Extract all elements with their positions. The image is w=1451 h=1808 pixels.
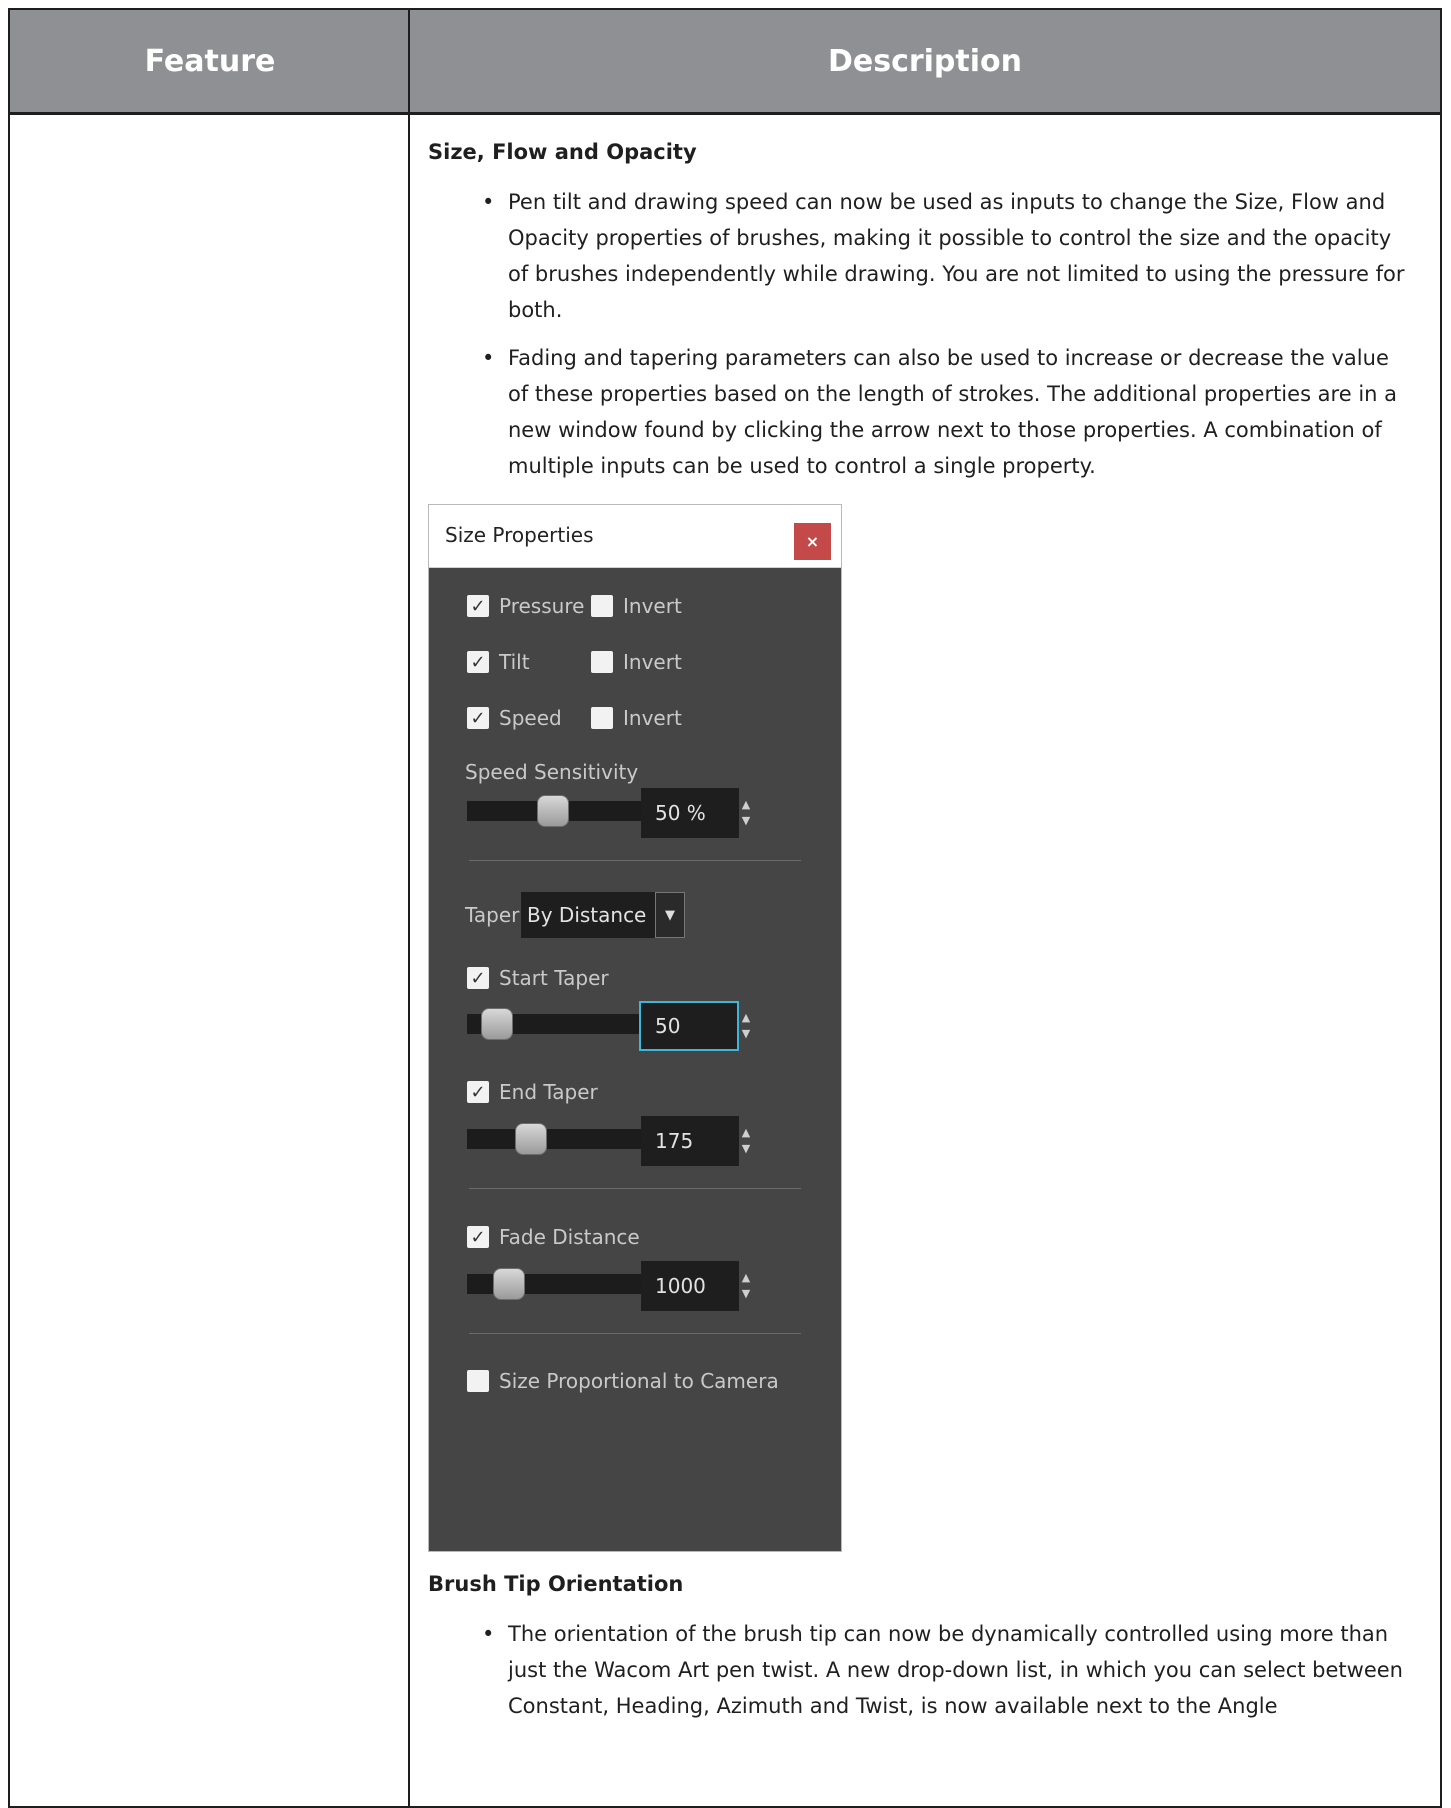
slider-thumb[interactable]: [515, 1123, 547, 1155]
pressure-invert-checkbox[interactable]: Invert: [591, 594, 682, 618]
speed-invert-checkbox[interactable]: Invert: [591, 706, 682, 730]
divider: [469, 1333, 801, 1334]
start-taper-checkbox[interactable]: ✓ Start Taper: [467, 966, 609, 990]
checkbox-empty-icon: [591, 707, 613, 729]
checkbox-empty-icon: [467, 1370, 489, 1392]
section-title-size-flow-opacity: Size, Flow and Opacity: [428, 140, 697, 164]
speed-sensitivity-label: Speed Sensitivity: [465, 760, 638, 784]
invert-label: Invert: [623, 594, 682, 618]
speed-checkbox[interactable]: ✓ Speed: [467, 706, 562, 730]
start-taper-input[interactable]: 50: [639, 1001, 739, 1051]
list-item: Fading and tapering parameters can also …: [428, 340, 1408, 484]
description-cell: Size, Flow and Opacity Pen tilt and draw…: [428, 140, 1408, 1724]
checkmark-icon: ✓: [467, 651, 489, 673]
chevron-down-icon[interactable]: ▼: [655, 892, 685, 938]
checkmark-icon: ✓: [467, 967, 489, 989]
speed-sensitivity-slider[interactable]: [467, 795, 659, 827]
end-taper-slider[interactable]: [467, 1123, 659, 1155]
taper-dropdown[interactable]: By Distance: [521, 892, 655, 938]
spin-arrows-icon[interactable]: ▲ ▼: [739, 1001, 753, 1051]
divider: [469, 860, 801, 861]
fade-distance-slider[interactable]: [467, 1268, 659, 1300]
column-divider: [408, 10, 410, 1806]
size-proportional-label: Size Proportional to Camera: [499, 1369, 779, 1393]
spin-arrows-icon[interactable]: ▲ ▼: [739, 788, 753, 838]
start-taper-label: Start Taper: [499, 966, 609, 990]
checkbox-empty-icon: [591, 651, 613, 673]
speed-sensitivity-text: Speed Sensitivity: [465, 760, 639, 784]
fade-distance-input[interactable]: 1000: [641, 1261, 739, 1311]
start-taper-slider[interactable]: [467, 1008, 659, 1040]
speed-sensitivity-input[interactable]: 50 %: [641, 788, 739, 838]
tilt-invert-checkbox[interactable]: Invert: [591, 650, 682, 674]
checkmark-icon: ✓: [467, 1226, 489, 1248]
list-item: Pen tilt and drawing speed can now be us…: [428, 184, 1408, 328]
header-description: Description: [827, 43, 1023, 79]
list-item: The orientation of the brush tip can now…: [428, 1616, 1408, 1724]
taper-label: Taper: [465, 903, 519, 927]
checkmark-icon: ✓: [467, 1081, 489, 1103]
spin-arrows-icon[interactable]: ▲ ▼: [739, 1261, 753, 1311]
size-properties-dialog: Size Properties × ✓ Pressure Invert ✓ Ti…: [428, 504, 842, 1552]
invert-label: Invert: [623, 650, 682, 674]
divider: [469, 1188, 801, 1189]
slider-thumb[interactable]: [537, 795, 569, 827]
tilt-label: Tilt: [499, 650, 530, 674]
checkmark-icon: ✓: [467, 595, 489, 617]
taper-text: Taper: [465, 903, 520, 927]
spin-arrows-icon[interactable]: ▲ ▼: [739, 1116, 753, 1166]
header-feature: Feature: [144, 43, 276, 79]
end-taper-label: End Taper: [499, 1080, 598, 1104]
dialog-title: Size Properties: [445, 523, 594, 547]
slider-thumb[interactable]: [493, 1268, 525, 1300]
dialog-titlebar: Size Properties ×: [429, 505, 841, 568]
fade-distance-checkbox[interactable]: ✓ Fade Distance: [467, 1225, 640, 1249]
speed-label: Speed: [499, 706, 562, 730]
close-button[interactable]: ×: [794, 523, 831, 560]
table-header: Feature Description: [10, 10, 1440, 115]
checkmark-icon: ✓: [467, 707, 489, 729]
dialog-body: ✓ Pressure Invert ✓ Tilt Invert ✓ Speed: [429, 568, 841, 1551]
section1-list: Pen tilt and drawing speed can now be us…: [428, 184, 1408, 484]
invert-label: Invert: [623, 706, 682, 730]
end-taper-checkbox[interactable]: ✓ End Taper: [467, 1080, 598, 1104]
fade-distance-label: Fade Distance: [499, 1225, 640, 1249]
tilt-checkbox[interactable]: ✓ Tilt: [467, 650, 530, 674]
end-taper-input[interactable]: 175: [641, 1116, 739, 1166]
section-title-brush-tip: Brush Tip Orientation: [428, 1572, 684, 1596]
section2-list: The orientation of the brush tip can now…: [428, 1616, 1408, 1724]
checkbox-empty-icon: [591, 595, 613, 617]
size-proportional-checkbox[interactable]: Size Proportional to Camera: [467, 1369, 779, 1393]
pressure-checkbox[interactable]: ✓ Pressure: [467, 594, 584, 618]
pressure-label: Pressure: [499, 594, 585, 618]
slider-thumb[interactable]: [481, 1008, 513, 1040]
